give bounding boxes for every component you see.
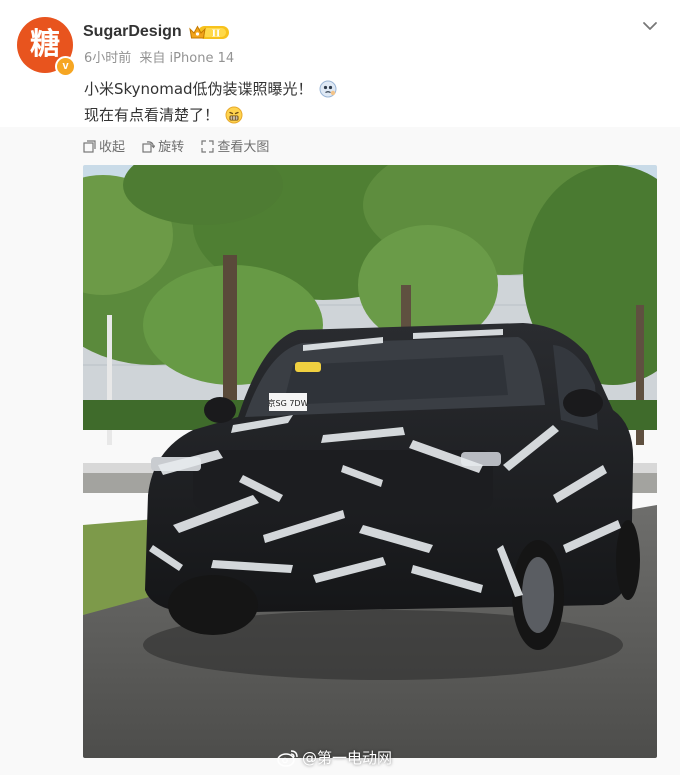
rotate-button[interactable]: 旋转	[142, 138, 184, 158]
photo-watermark: @第一电动网	[277, 747, 392, 769]
collect-label: 收起	[99, 140, 126, 155]
image-toolbar: 收起 旋转 查看大图	[83, 138, 282, 158]
rotate-icon	[142, 141, 156, 153]
post-meta: 6小时前 来自 iPhone 14	[84, 50, 238, 68]
post-text-line-1: 小米Skynomad低伪装谍照曝光！	[84, 78, 337, 100]
post-photo[interactable]: 京SG 7DW	[83, 165, 657, 758]
post-text-2: 现在有点看清楚了！	[84, 106, 220, 124]
collect-icon	[83, 140, 96, 153]
grimace-emoji-icon	[225, 106, 243, 124]
windshield-plate: 京SG 7DW	[268, 398, 309, 408]
menu-chevron-icon[interactable]	[640, 16, 660, 36]
post-time[interactable]: 6小时前	[84, 51, 131, 66]
post-source: 来自 iPhone 14	[139, 51, 235, 66]
rotate-label: 旋转	[158, 140, 185, 155]
post-text-1: 小米Skynomad低伪装谍照曝光！	[84, 80, 313, 98]
collect-button[interactable]: 收起	[83, 138, 125, 158]
member-level: II	[212, 30, 220, 40]
weibo-post: 糖 v SugarDesign II 6小时前 来自 iPhone 14 小米S…	[0, 0, 680, 775]
view-large-icon	[201, 140, 214, 153]
view-large-button[interactable]: 查看大图	[201, 138, 269, 158]
member-badge[interactable]: II	[189, 24, 230, 41]
weibo-logo-icon	[277, 750, 298, 767]
post-text-line-2: 现在有点看清楚了！	[84, 104, 243, 126]
username[interactable]: SugarDesign	[83, 21, 182, 43]
thinking-emoji-icon	[319, 80, 337, 98]
view-large-label: 查看大图	[217, 140, 270, 155]
watermark-text: @第一电动网	[302, 749, 393, 767]
verified-badge: v	[55, 56, 76, 77]
